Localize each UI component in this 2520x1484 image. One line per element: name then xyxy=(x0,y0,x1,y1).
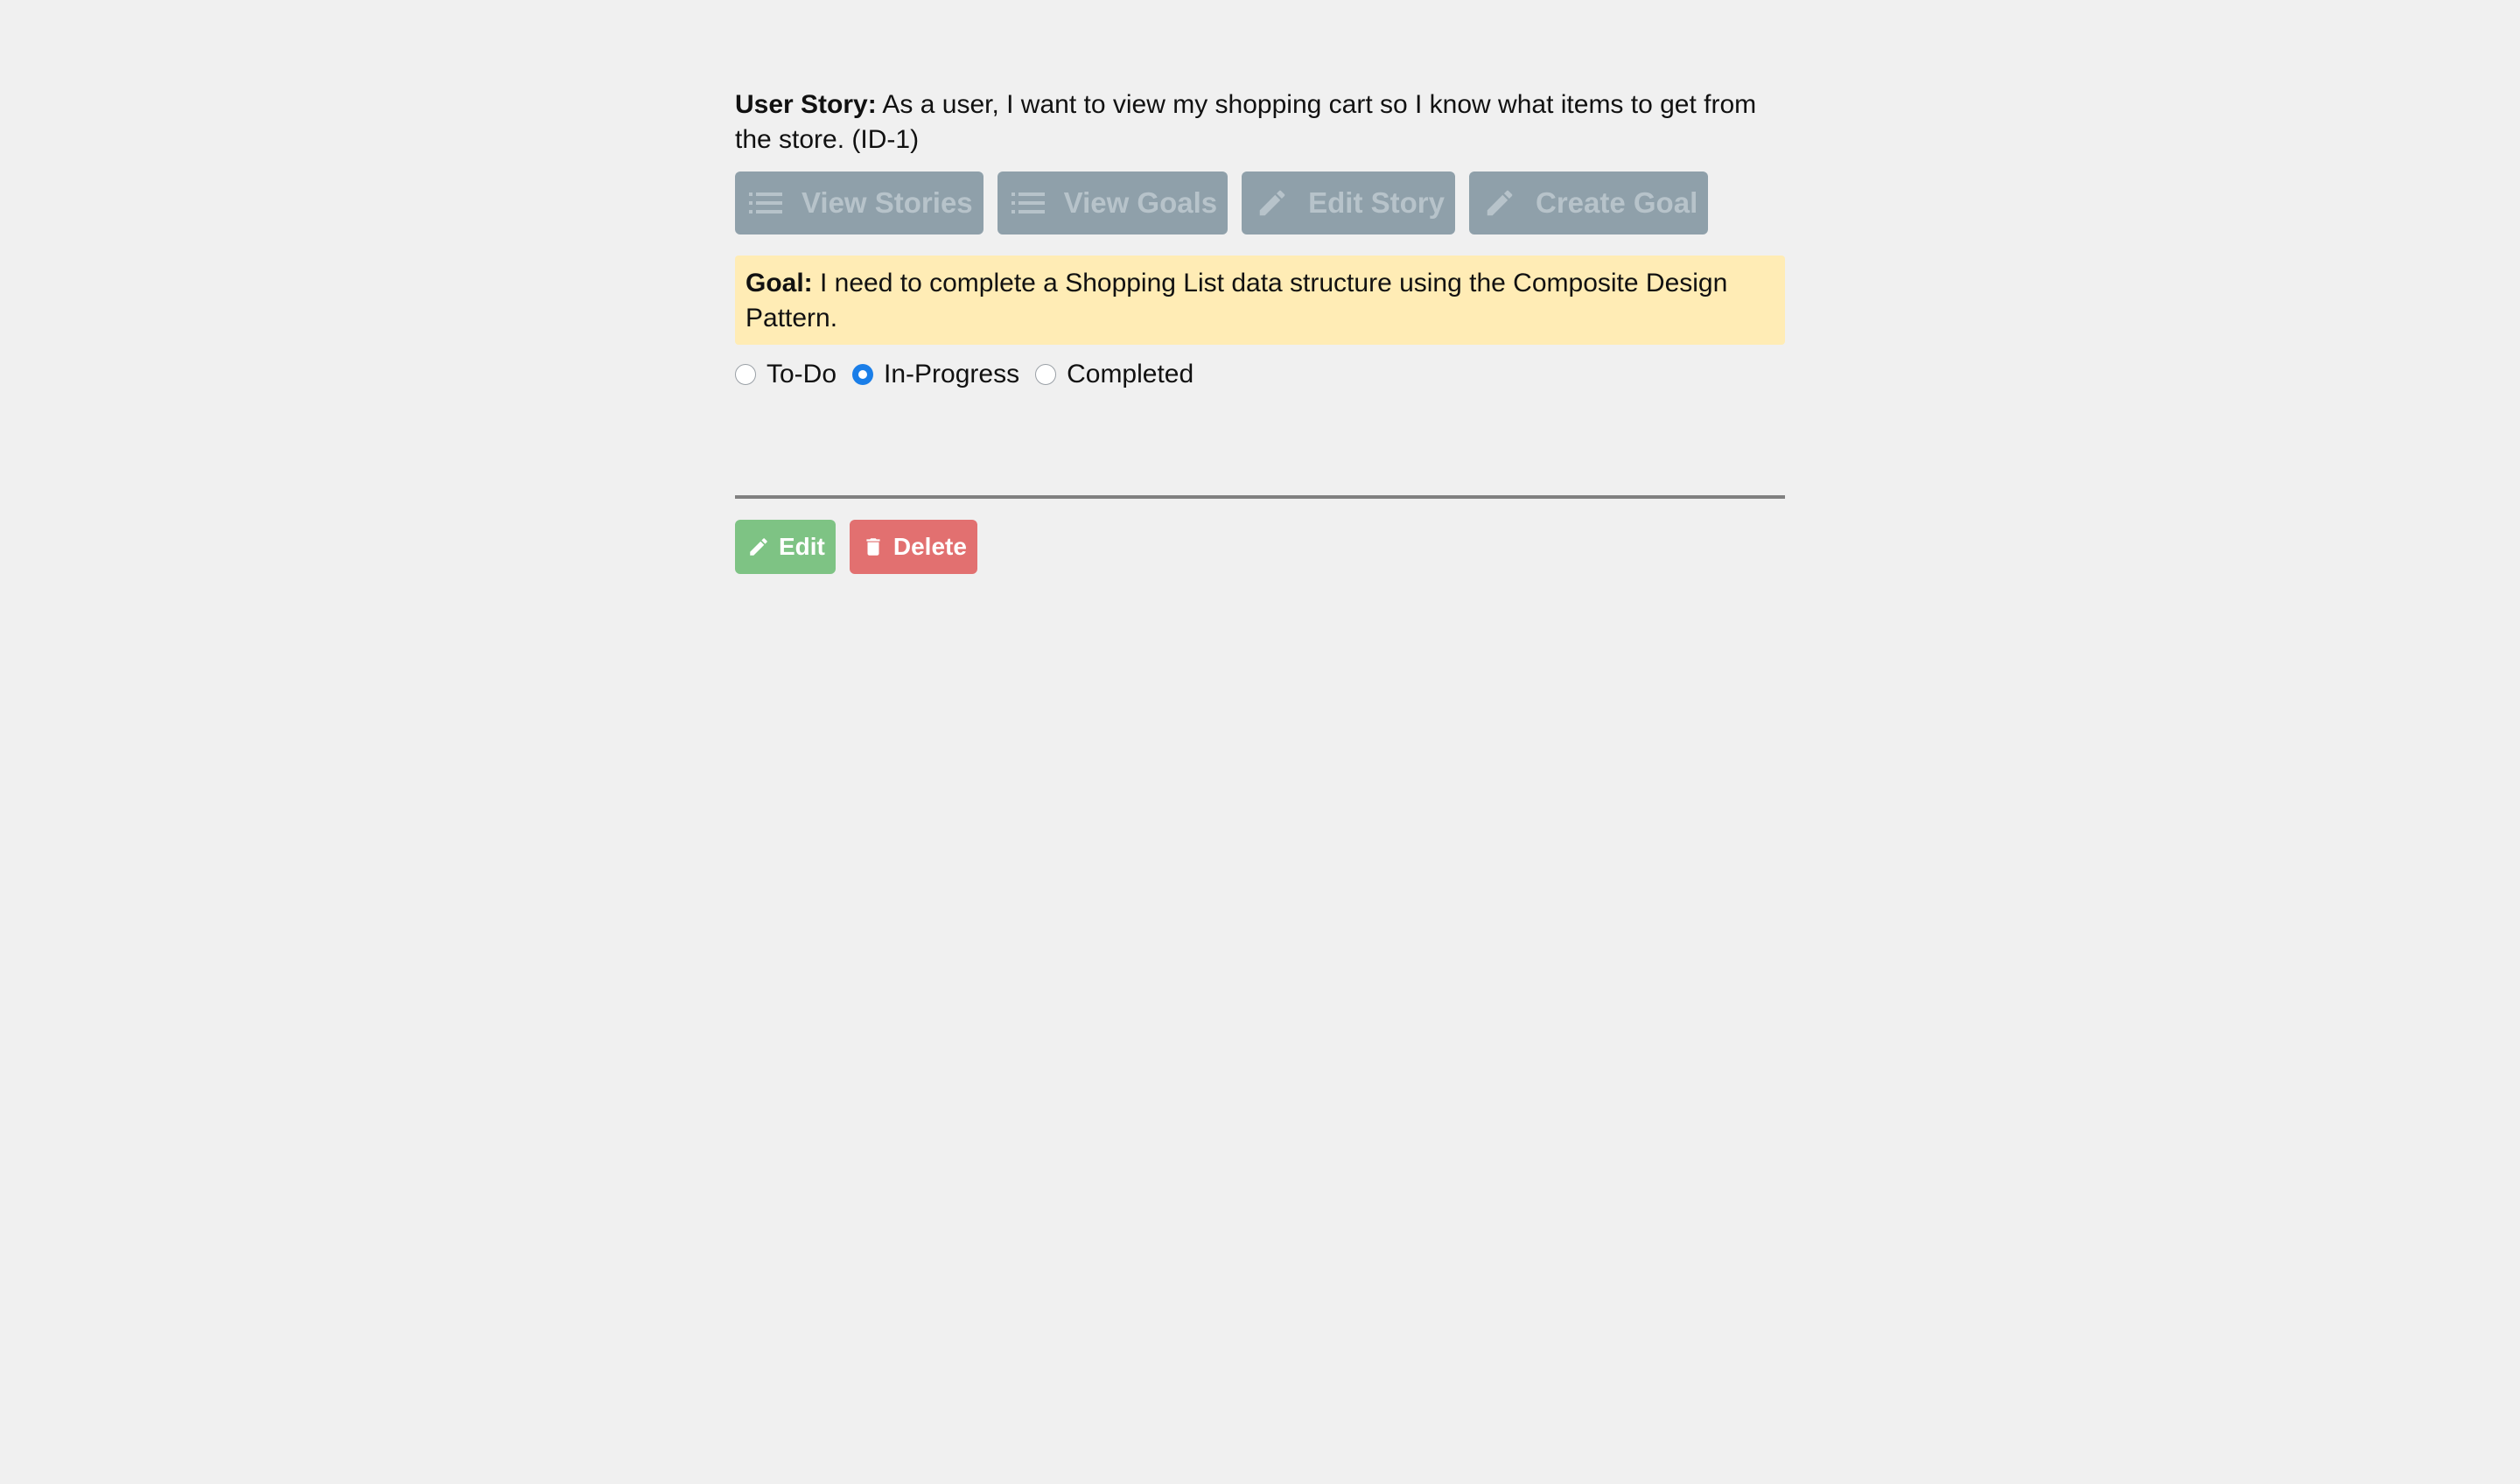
section-divider xyxy=(735,495,1785,499)
view-stories-label: View Stories xyxy=(802,186,973,219)
edit-story-button[interactable]: Edit Story xyxy=(1242,172,1455,234)
edit-goal-label: Edit xyxy=(779,533,825,560)
pencil-icon xyxy=(1259,190,1285,216)
user-story-body: As a user, I want to view my shopping ca… xyxy=(735,90,1757,154)
pencil-icon xyxy=(750,538,767,556)
status-option-completed[interactable]: Completed xyxy=(1035,360,1194,389)
list-icon xyxy=(1011,192,1045,214)
status-radio-group: To-Do In-Progress Completed xyxy=(735,357,1785,392)
goal-card: Goal: I need to complete a Shopping List… xyxy=(735,256,1785,345)
radio-completed[interactable] xyxy=(1035,364,1057,385)
goal-detail-page: User Story: As a user, I want to view my… xyxy=(735,88,1785,574)
goal-label: Goal: xyxy=(746,269,813,298)
status-label-todo: To-Do xyxy=(766,360,837,388)
status-label-completed: Completed xyxy=(1067,360,1194,388)
trash-icon xyxy=(866,538,880,556)
goal-text: I need to complete a Shopping List data … xyxy=(746,269,1728,332)
pencil-icon xyxy=(1487,190,1513,216)
status-option-in-progress[interactable]: In-Progress xyxy=(852,360,1019,389)
status-option-todo[interactable]: To-Do xyxy=(735,360,836,389)
view-stories-button[interactable]: View Stories xyxy=(735,172,984,234)
radio-todo[interactable] xyxy=(735,364,756,385)
action-button-row: Edit Delete xyxy=(735,520,1785,574)
user-story-text: User Story: As a user, I want to view my… xyxy=(735,88,1785,158)
radio-in-progress[interactable] xyxy=(852,364,874,385)
create-goal-label: Create Goal xyxy=(1536,186,1698,219)
view-goals-button[interactable]: View Goals xyxy=(997,172,1228,234)
view-goals-label: View Goals xyxy=(1063,186,1218,219)
create-goal-button[interactable]: Create Goal xyxy=(1469,172,1709,234)
edit-goal-button[interactable]: Edit xyxy=(735,520,836,574)
list-icon xyxy=(749,192,782,214)
nav-button-row: View Stories View Goals Edit Story Creat… xyxy=(735,172,1785,234)
delete-goal-label: Delete xyxy=(892,533,967,560)
delete-goal-button[interactable]: Delete xyxy=(849,520,977,574)
user-story-label: User Story: xyxy=(735,90,877,119)
edit-story-label: Edit Story xyxy=(1308,186,1445,219)
status-label-in-progress: In-Progress xyxy=(884,360,1020,388)
